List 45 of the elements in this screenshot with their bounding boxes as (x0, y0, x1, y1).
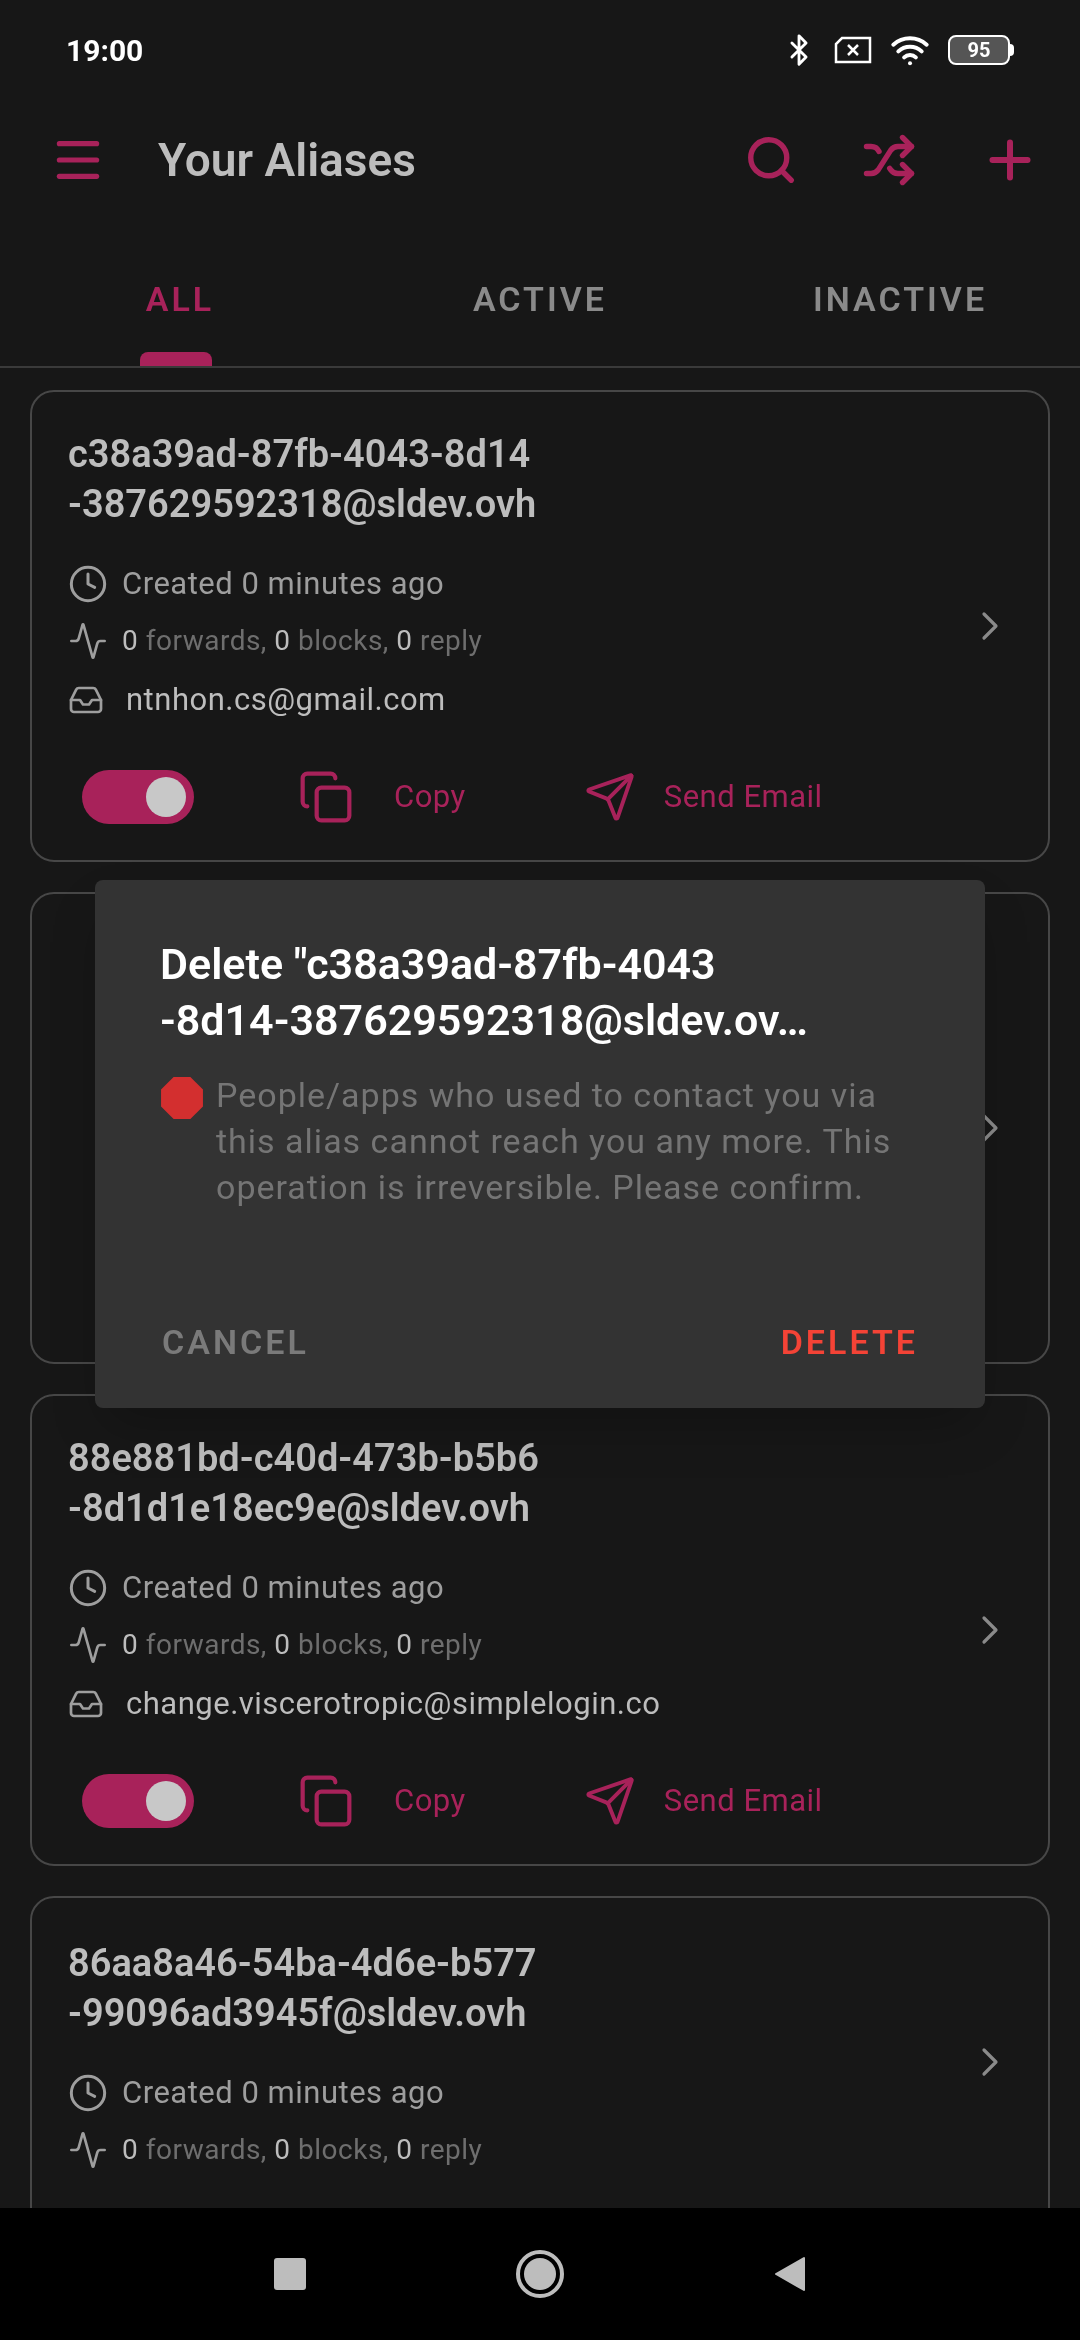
home-button[interactable] (516, 2250, 564, 2298)
stats-text: 0 forwards, 0 blocks, 0 reply (122, 623, 483, 659)
clock-icon (68, 1568, 108, 1608)
created-text: Created 0 minutes ago (122, 563, 445, 604)
dialog-message: People/apps who used to contact you via this alias cannot reach you any more. This operation is irreversible. Please confirm. (216, 1074, 893, 1209)
enable-switch[interactable] (82, 770, 194, 824)
enable-switch[interactable] (82, 1774, 194, 1828)
send-email-button[interactable]: Send Email (583, 771, 823, 823)
filter-tab[interactable]: INACTIVE (720, 220, 1080, 366)
alias-address: 86aa8a46-54ba-4d6e-b577 -99096ad3945f@sldev.ovh (68, 1940, 538, 2037)
created-text: Created 0 minutes ago (122, 1567, 445, 1608)
alias-card[interactable]: 86aa8a46-54ba-4d6e-b577 -99096ad3945f@sldev.ovh Created 0 minutes ago 0 forwards, 0 blocks, 0 reply (30, 1896, 1050, 2208)
clock-icon (68, 2073, 108, 2113)
back-button[interactable] (774, 2256, 806, 2292)
copy-button[interactable]: Copy (298, 769, 466, 825)
activity-icon (68, 1625, 108, 1665)
send-icon (583, 771, 636, 823)
copy-button[interactable]: Copy (298, 1773, 466, 1829)
alias-address: 88e881bd-c40d-473b-b5b6 -8d1d1e18ec9e@sldev.ovh (68, 1435, 540, 1532)
sim-icon (834, 36, 872, 64)
copy-icon (298, 1773, 354, 1829)
battery-indicator: 95 (948, 35, 1014, 65)
screen-title: Your Aliases (158, 131, 416, 189)
stats-text: 0 forwards, 0 blocks, 0 reply (122, 1627, 483, 1663)
send-email-button[interactable]: Send Email (583, 1775, 823, 1827)
filter-tab[interactable]: ALL (0, 220, 360, 366)
dialog-title: Delete "c38a39ad-87fb-4043 -8d14-387629592318@sldev.ov… (160, 938, 809, 1047)
activity-icon (68, 621, 108, 661)
clock-icon (68, 564, 108, 604)
stats-text: 0 forwards, 0 blocks, 0 reply (122, 2132, 483, 2168)
stop-sign-icon (160, 1076, 204, 1120)
delete-button[interactable]: DELETE (768, 1305, 930, 1380)
alias-address: c38a39ad-87fb-4043-8d14 -387629592318@sldev.ovh (68, 431, 538, 528)
activity-icon (68, 2130, 108, 2170)
copy-icon (298, 769, 354, 825)
shuffle-icon[interactable] (862, 133, 916, 187)
cancel-button[interactable]: CANCEL (150, 1305, 321, 1380)
status-time: 19:00 (66, 31, 144, 70)
created-text: Created 0 minutes ago (122, 2072, 445, 2113)
alias-card[interactable]: c38a39ad-87fb-4043-8d14 -387629592318@sldev.ovh Created 0 minutes ago 0 forwards, 0 blocks, 0 reply ntnhon.cs@gmail.com Copy Send Email (30, 390, 1050, 862)
mailbox-text: ntnhon.cs@gmail.com (126, 679, 446, 720)
mailbox-text: change.viscerotropic@simplelogin.co (126, 1683, 661, 1724)
send-icon (583, 1775, 636, 1827)
alias-card[interactable]: 88e881bd-c40d-473b-b5b6 -8d1d1e18ec9e@sldev.ovh Created 0 minutes ago 0 forwards, 0 blocks, 0 reply change.viscerotropic@simplelogin.co Copy Send Email (30, 1394, 1050, 1866)
filter-tab[interactable]: ACTIVE (360, 220, 720, 366)
